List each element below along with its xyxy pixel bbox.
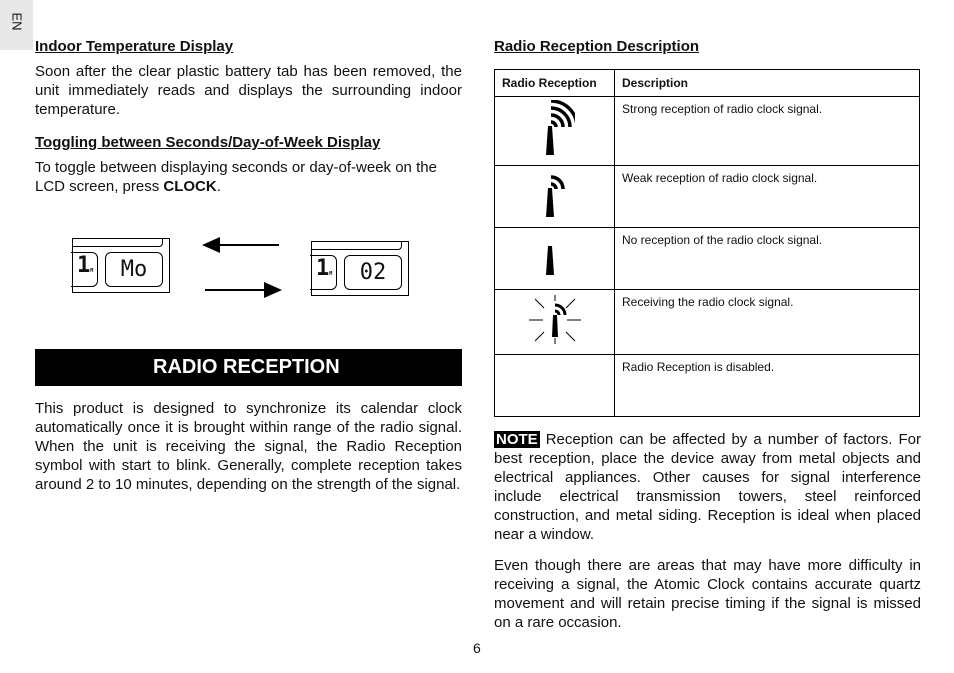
- toggle-arrows-icon: [202, 237, 282, 298]
- toggle-text: To toggle between displaying seconds or …: [35, 158, 462, 196]
- note-text: Reception can be affected by a number of…: [494, 431, 921, 543]
- clock-key: CLOCK: [163, 178, 217, 195]
- toggle-heading: Toggling between Seconds/Day-of-Week Dis…: [35, 134, 381, 151]
- antenna-none-icon: [545, 245, 554, 275]
- lcd-small-digit: 1: [77, 253, 91, 278]
- lcd-unit: M: [90, 268, 94, 274]
- header-radio-reception: Radio Reception: [494, 69, 615, 97]
- reception-table: Radio Reception Description Strong recept…: [494, 69, 920, 417]
- toggle-text-end: .: [216, 178, 221, 195]
- row-description: Receiving the radio clock signal.: [614, 289, 920, 355]
- row-description: Strong reception of radio clock signal.: [614, 96, 920, 166]
- header-description: Description: [614, 69, 920, 97]
- left-column: Indoor Temperature Display Soon after th…: [35, 37, 462, 210]
- radio-text-block: This product is designed to synchronize …: [35, 399, 462, 508]
- radio-reception-banner: RADIO RECEPTION: [35, 349, 462, 386]
- note-label: NOTE: [494, 431, 540, 448]
- antenna-blinking-icon: [528, 295, 581, 344]
- row-description: No reception of the radio clock signal.: [614, 227, 920, 290]
- table-row: Strong reception of radio clock signal.: [494, 96, 920, 166]
- lcd-seconds: 1M 02: [310, 241, 409, 296]
- table-row: Radio Reception is disabled.: [494, 354, 920, 417]
- table-row: Receiving the radio clock signal.: [494, 289, 920, 355]
- table-row: No reception of the radio clock signal.: [494, 227, 920, 290]
- page-number: 6: [473, 640, 481, 656]
- language-tab: EN: [0, 0, 33, 50]
- table-header: Radio Reception Description: [494, 69, 920, 97]
- language-label: EN: [9, 12, 25, 31]
- lcd-main-text: 02: [344, 255, 402, 290]
- toggle-text-body: To toggle between displaying seconds or …: [35, 159, 437, 195]
- lcd-day-of-week: 1M Mo: [71, 238, 170, 293]
- lcd-main-text: Mo: [105, 252, 163, 287]
- lcd-unit: M: [329, 271, 333, 277]
- row-description: Radio Reception is disabled.: [614, 354, 920, 417]
- antenna-strong-icon: [545, 99, 579, 155]
- note-paragraph: NOTE Reception can be affected by a numb…: [494, 430, 921, 544]
- radio-reception-text: This product is designed to synchronize …: [35, 400, 462, 493]
- antenna-weak-icon: [545, 174, 565, 217]
- indoor-temp-text: Soon after the clear plastic battery tab…: [35, 63, 462, 118]
- disabled-icon-cell: [494, 354, 615, 417]
- quartz-paragraph: Even though there are areas that may hav…: [494, 557, 921, 631]
- indoor-temp-heading: Indoor Temperature Display: [35, 38, 234, 55]
- lcd-small-digit: 1: [316, 256, 330, 281]
- right-column: Radio Reception Description Radio Recept…: [494, 37, 921, 646]
- row-description: Weak reception of radio clock signal.: [614, 165, 920, 228]
- table-row: Weak reception of radio clock signal.: [494, 165, 920, 228]
- radio-description-heading: Radio Reception Description: [494, 38, 700, 55]
